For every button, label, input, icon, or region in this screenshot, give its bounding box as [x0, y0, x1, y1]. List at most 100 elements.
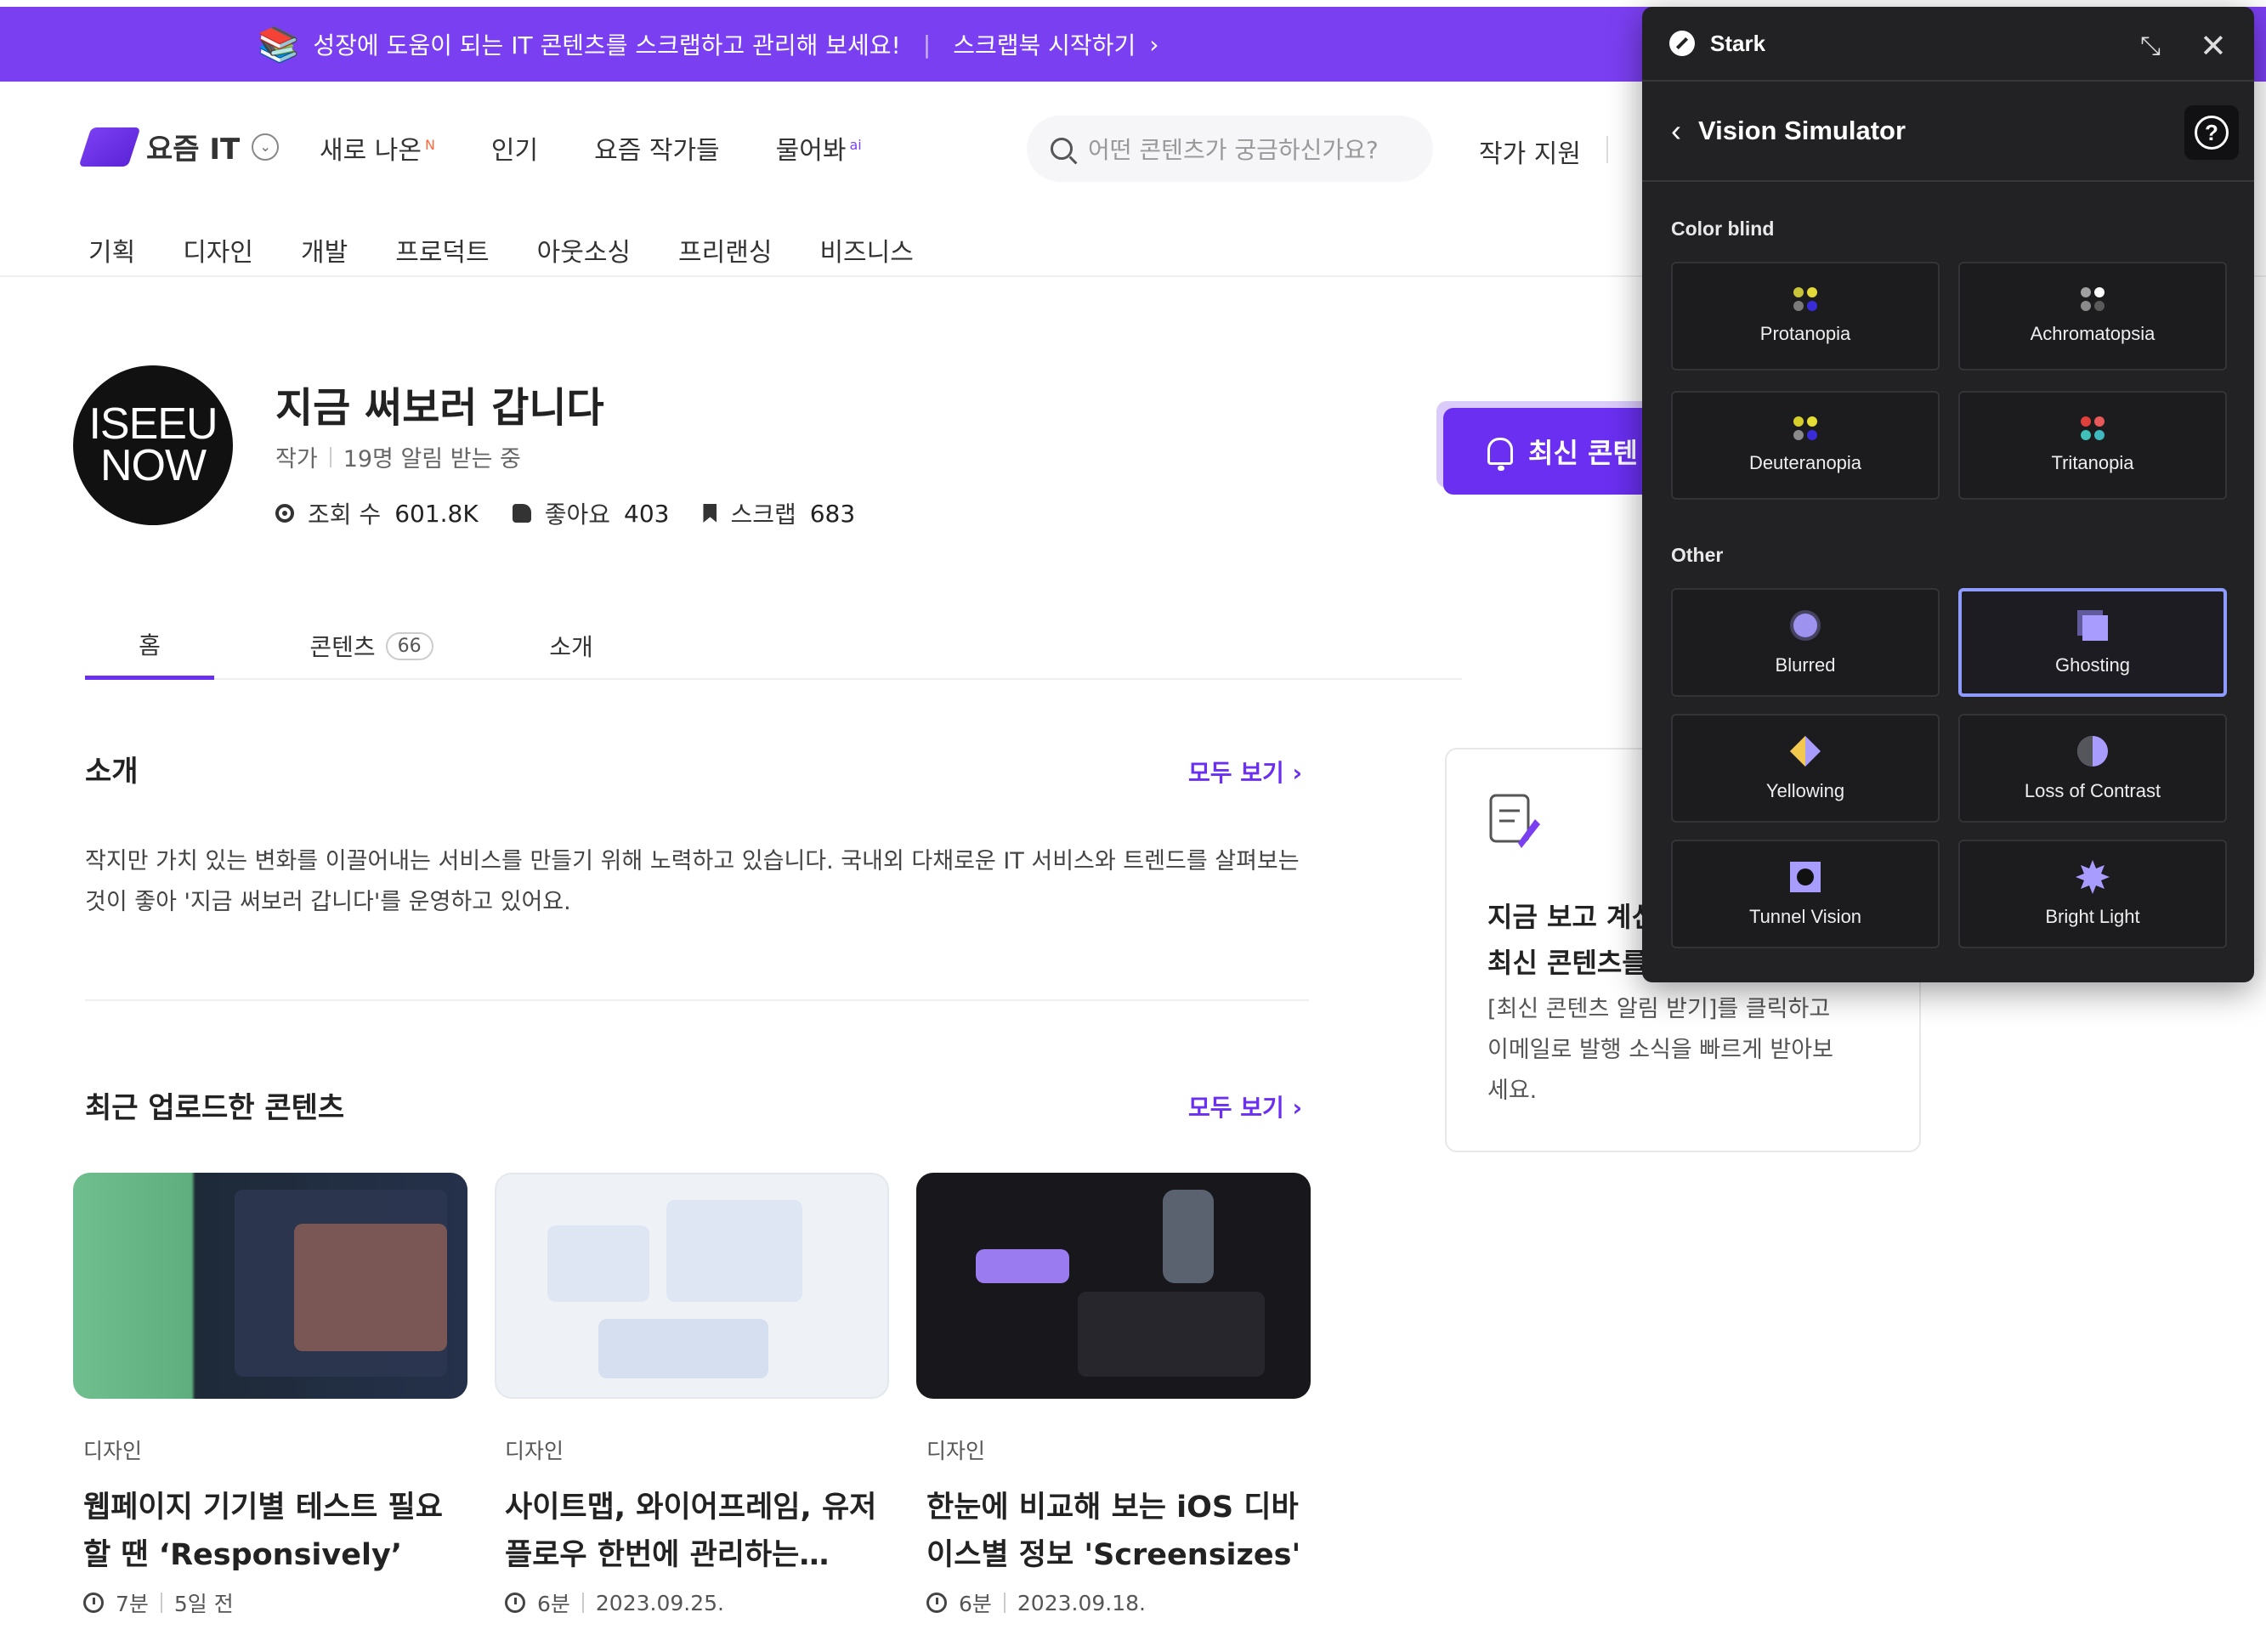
- tab-about[interactable]: 소개: [486, 612, 656, 680]
- sim-ghosting[interactable]: Ghosting: [1958, 588, 2227, 697]
- color-dot: [1793, 287, 1804, 297]
- author-support-link[interactable]: 작가 지원: [1479, 133, 1581, 170]
- contrast-icon: [2077, 736, 2108, 767]
- tile-label: Tunnel Vision: [1748, 906, 1862, 927]
- card-meta: 6분 2023.09.25.: [495, 1587, 889, 1618]
- sim-deuteranopia[interactable]: Deuteranopia: [1671, 391, 1940, 500]
- eye-icon: [275, 504, 294, 523]
- sim-achromatopsia[interactable]: Achromatopsia: [1958, 262, 2227, 371]
- profile-role-line: 작가 19명 알림 받는 중: [275, 440, 521, 473]
- vision-simulator-header: ‹ Vision Simulator ?: [1642, 82, 2254, 182]
- nav-item-popular[interactable]: 인기: [491, 129, 538, 167]
- content-card[interactable]: 디자인 웹페이지 기기별 테스트 필요할 땐 ‘Responsively’ 7분…: [73, 1173, 467, 1618]
- card-category: 디자인: [505, 1439, 564, 1463]
- sim-bright-light[interactable]: Bright Light: [1958, 840, 2227, 948]
- profile-stats: 조회 수 601.8K 좋아요 403 스크랩 683: [275, 496, 855, 530]
- nav-item-ask[interactable]: 물어봐 ai: [776, 129, 862, 167]
- sim-blurred[interactable]: Blurred: [1671, 588, 1940, 697]
- new-badge: N: [424, 137, 435, 153]
- category-business[interactable]: 비즈니스: [819, 231, 913, 269]
- banner-cta[interactable]: 스크랩북 시작하기: [953, 27, 1136, 61]
- category-product[interactable]: 프로덕트: [395, 231, 489, 269]
- post-date: 2023.09.18.: [1017, 1590, 1146, 1615]
- post-date: 5일 전: [173, 1592, 234, 1616]
- header-divider: [1606, 136, 1608, 163]
- card-title: 사이트맵, 와이어프레임, 유저 플로우 한번에 관리하는…: [505, 1491, 877, 1572]
- banner-message: 성장에 도움이 되는 IT 콘텐츠를 스크랩하고 관리해 보세요!: [313, 31, 901, 59]
- collapse-icon[interactable]: ⤡: [2140, 32, 2161, 61]
- nav-item-new[interactable]: 새로 나온 N: [320, 129, 435, 167]
- sim-tunnel-vision[interactable]: Tunnel Vision: [1671, 840, 1940, 948]
- ghosting-icon: [2077, 610, 2108, 641]
- content-card[interactable]: 디자인 사이트맵, 와이어프레임, 유저 플로우 한번에 관리하는… 6분 20…: [495, 1173, 889, 1618]
- sim-yellowing[interactable]: Yellowing: [1671, 714, 1940, 823]
- color-dots-icon: [1793, 287, 1817, 311]
- color-dot: [1807, 416, 1817, 427]
- color-dot: [2081, 301, 2091, 311]
- stat-value: 601.8K: [394, 499, 479, 528]
- help-icon: ?: [2195, 116, 2229, 150]
- site-logo[interactable]: 요즘 IT ⌄: [78, 126, 280, 167]
- tab-contents[interactable]: 콘텐츠 66: [265, 612, 478, 680]
- help-button[interactable]: ?: [2184, 105, 2239, 160]
- card-thumbnail: [73, 1173, 467, 1399]
- category-freelancing[interactable]: 프리랜싱: [678, 231, 772, 269]
- chevron-right-icon: ›: [1149, 30, 1159, 59]
- card-category: 디자인: [83, 1439, 143, 1463]
- color-dot: [2094, 301, 2105, 311]
- stark-panel: Stark ⤡ ✕ ‹ Vision Simulator ? Color bli…: [1642, 7, 2254, 982]
- category-outsourcing[interactable]: 아웃소싱: [537, 231, 631, 269]
- recent-see-all-link[interactable]: 모두 보기 ›: [1188, 1089, 1302, 1123]
- profile-tabs: 홈 콘텐츠 66 소개: [85, 612, 1462, 680]
- logo-mark-icon: [78, 127, 141, 167]
- intro-title: 소개: [85, 755, 139, 789]
- stat-label: 스크랩: [730, 501, 796, 529]
- clock-icon: [83, 1593, 104, 1613]
- color-dot: [2081, 287, 2091, 297]
- section-divider: [85, 999, 1309, 1001]
- color-dot: [2081, 416, 2091, 427]
- category-design[interactable]: 디자인: [183, 231, 253, 269]
- count-badge: 66: [385, 631, 433, 660]
- stat-label: 조회 수: [308, 501, 382, 529]
- card-meta: 6분 2023.09.18.: [916, 1587, 1311, 1618]
- tile-label: Achromatopsia: [2030, 323, 2156, 344]
- back-chevron-icon[interactable]: ‹: [1671, 113, 1681, 149]
- sim-loss-of-contrast[interactable]: Loss of Contrast: [1958, 714, 2227, 823]
- sim-tritanopia[interactable]: Tritanopia: [1958, 391, 2227, 500]
- divider: [581, 1593, 584, 1613]
- color-dot: [1807, 301, 1817, 311]
- category-dev[interactable]: 개발: [301, 231, 348, 269]
- content-card[interactable]: 디자인 한눈에 비교해 보는 iOS 디바이스별 정보 'Screensizes…: [916, 1173, 1311, 1618]
- stat-likes: 좋아요 403: [512, 496, 669, 530]
- tile-label: Tritanopia: [2051, 452, 2134, 473]
- stark-titlebar: Stark ⤡ ✕: [1642, 7, 2254, 82]
- card-thumbnail: [916, 1173, 1311, 1399]
- sim-protanopia[interactable]: Protanopia: [1671, 262, 1940, 371]
- tile-label: Yellowing: [1765, 780, 1845, 801]
- nav-item-authors[interactable]: 요즘 작가들: [594, 129, 720, 167]
- chevron-down-icon[interactable]: ⌄: [252, 133, 280, 161]
- color-dot: [1807, 287, 1817, 297]
- close-icon[interactable]: ✕: [2200, 27, 2227, 65]
- subscriber-count: 19명 알림 받는 중: [343, 446, 521, 472]
- tab-home[interactable]: 홈: [85, 612, 214, 680]
- profile-name: 지금 써보러 갑니다: [275, 384, 604, 432]
- divider: [160, 1593, 162, 1613]
- subscribe-label: 최신 콘텐: [1528, 437, 1638, 469]
- color-dot: [2094, 430, 2105, 440]
- stark-app-name: Stark: [1710, 30, 1766, 56]
- category-planning[interactable]: 기획: [88, 231, 135, 269]
- intro-see-all-link[interactable]: 모두 보기 ›: [1188, 755, 1302, 789]
- search-input[interactable]: 어떤 콘텐츠가 궁금하신가요?: [1027, 116, 1433, 182]
- stat-label: 좋아요: [544, 501, 610, 529]
- clock-icon: [505, 1593, 525, 1613]
- color-dot: [1793, 430, 1804, 440]
- tile-label: Deuteranopia: [1748, 452, 1862, 473]
- avatar-text-line: NOW: [99, 441, 207, 490]
- tile-label: Loss of Contrast: [2024, 780, 2161, 801]
- search-icon: [1051, 138, 1073, 160]
- read-time: 7분: [116, 1592, 149, 1616]
- ai-badge: ai: [849, 137, 862, 153]
- avatar-text-line: ISEEU: [88, 399, 218, 449]
